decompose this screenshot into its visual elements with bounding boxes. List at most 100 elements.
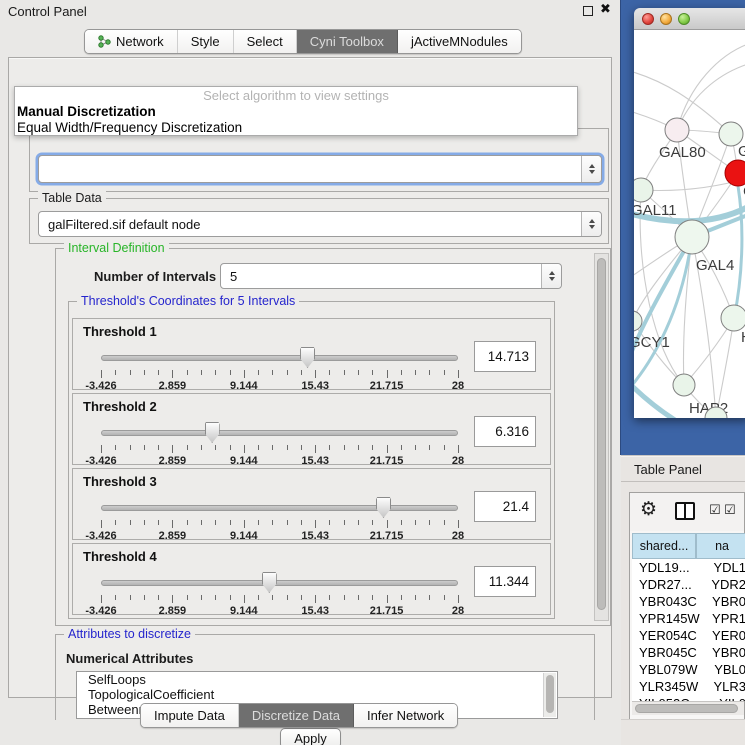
slider-tick-labels: -3.4262.8599.14415.4321.71528 — [101, 455, 458, 467]
number-of-intervals-value: 5 — [221, 269, 541, 284]
network-edge-highlighted — [734, 186, 742, 318]
network-node-label: GAL80 — [659, 144, 706, 161]
numerical-attributes-label: Numerical Attributes — [66, 651, 193, 666]
table-row[interactable]: YDR27...YDR2 — [632, 576, 745, 593]
slider-track[interactable] — [101, 430, 458, 436]
mac-close-icon[interactable] — [642, 13, 654, 25]
slider-track[interactable] — [101, 355, 458, 361]
table-data-combobox[interactable]: galFiltered.sif default node — [38, 211, 602, 237]
threshold-slider[interactable]: -3.4262.8599.14415.4321.71528 — [101, 497, 458, 537]
mac-zoom-icon[interactable] — [678, 13, 690, 25]
threshold-slider[interactable]: -3.4262.8599.14415.4321.71528 — [101, 572, 458, 612]
network-edge — [677, 64, 745, 130]
float-window-icon[interactable] — [583, 6, 593, 16]
dropdown-option[interactable]: Manual Discretization — [15, 104, 577, 120]
network-edge-highlighted — [634, 382, 678, 418]
table-row[interactable]: YDL19...YDL1 — [632, 559, 745, 576]
tab-cyni-toolbox[interactable]: Cyni Toolbox — [297, 30, 398, 53]
control-panel-tabbar: NetworkStyleSelectCyni ToolboxjActiveMNo… — [84, 29, 522, 54]
checkbox-icon[interactable]: ☑ — [724, 503, 736, 518]
slider-handle[interactable] — [376, 497, 391, 518]
node-table: ⚙ ☑ ☑ shared... na YDL19...YDL1YDR27...Y… — [629, 492, 745, 720]
network-canvas[interactable]: GAL80GACGAL11GAL4GCY1HHAP2 — [634, 30, 745, 418]
control-panel-titlebar: Control Panel ✖ — [0, 0, 620, 22]
thresholds-group-title: Threshold's Coordinates for 5 Intervals — [77, 294, 299, 308]
threshold-slider[interactable]: -3.4262.8599.14415.4321.71528 — [101, 347, 458, 387]
dropdown-option[interactable]: Equal Width/Frequency Discretization — [15, 120, 577, 136]
column-header-name[interactable]: na — [696, 533, 745, 559]
threshold-label: Threshold 3 — [83, 474, 157, 489]
table-data-value: galFiltered.sif default node — [39, 217, 581, 232]
control-panel-title: Control Panel — [8, 4, 87, 19]
threshold-value-field[interactable]: 11.344 — [474, 566, 536, 597]
tab-discretize-data[interactable]: Discretize Data — [239, 704, 354, 727]
threshold-slider[interactable]: -3.4262.8599.14415.4321.71528 — [101, 422, 458, 462]
table-data-title: Table Data — [38, 191, 106, 205]
network-node-gal80[interactable] — [665, 118, 689, 142]
slider-tick-labels: -3.4262.8599.14415.4321.71528 — [101, 380, 458, 392]
gear-icon[interactable]: ⚙ — [640, 498, 657, 520]
checkbox-icon[interactable]: ☑ — [709, 503, 721, 518]
slider-handle[interactable] — [205, 422, 220, 443]
number-of-intervals-combobox[interactable]: 5 — [220, 263, 562, 289]
table-body: YDL19...YDL1YDR27...YDR2YBR043CYBR0YPR14… — [632, 559, 745, 701]
slider-ticks — [101, 520, 458, 529]
threshold-label: Threshold 2 — [83, 399, 157, 414]
column-header-shared-name[interactable]: shared... — [632, 533, 696, 559]
threshold-label: Threshold 1 — [83, 324, 157, 339]
network-node-label: GCY1 — [634, 334, 670, 351]
slider-track[interactable] — [101, 580, 458, 586]
threshold-panel: Threshold 2 -3.4262.8599.14415.4321.71528… — [72, 393, 551, 465]
network-node-label: H — [741, 329, 745, 346]
threshold-value-field[interactable]: 6.316 — [474, 416, 536, 447]
attribute-list-item[interactable]: TopologicalCoefficient — [77, 687, 557, 702]
attribute-list-item[interactable]: SelfLoops — [77, 672, 557, 687]
slider-ticks — [101, 595, 458, 604]
apply-button[interactable]: Apply — [280, 728, 341, 745]
network-node-h[interactable] — [721, 305, 745, 331]
network-node-gal11[interactable] — [634, 178, 653, 202]
table-horizontal-scrollbar[interactable] — [632, 701, 744, 715]
table-panel: ⚙ ☑ ☑ shared... na YDL19...YDL1YDR27...Y… — [621, 482, 745, 745]
network-node-hap2[interactable] — [673, 374, 695, 396]
columns-icon[interactable] — [675, 502, 695, 520]
table-row[interactable]: YPR145WYPR1 — [632, 610, 745, 627]
combo-stepper-icon — [581, 212, 601, 236]
table-row[interactable]: YER054CYER0 — [632, 627, 745, 644]
tab-impute-data[interactable]: Impute Data — [141, 704, 239, 727]
table-row[interactable]: YLR345WYLR3 — [632, 678, 745, 695]
slider-handle[interactable] — [262, 572, 277, 593]
network-node-label: GAL11 — [634, 202, 677, 219]
tab-infer-network[interactable]: Infer Network — [354, 704, 457, 727]
interval-scrollbar[interactable] — [594, 253, 609, 621]
table-row[interactable]: YBR043CYBR0 — [632, 593, 745, 610]
table-row[interactable]: YBR045CYBR0 — [632, 644, 745, 661]
thresholds-group: Threshold's Coordinates for 5 Intervals … — [68, 301, 555, 619]
mac-minimize-icon[interactable] — [660, 13, 672, 25]
network-node-label: GAL4 — [696, 257, 734, 274]
close-icon[interactable]: ✖ — [600, 2, 611, 17]
slider-tick-labels: -3.4262.8599.14415.4321.71528 — [101, 530, 458, 542]
table-toolbar: ⚙ ☑ ☑ — [630, 493, 744, 531]
table-header-row: shared... na — [632, 533, 745, 559]
slider-track[interactable] — [101, 505, 458, 511]
interval-definition-group: Interval Definition Number of Intervals … — [55, 248, 611, 626]
algorithm-combobox[interactable] — [38, 155, 602, 183]
discretization-algorithm-group: Discretization Algorithm — [29, 128, 609, 192]
tab-network[interactable]: Network — [85, 30, 178, 53]
network-node-gal4[interactable] — [675, 220, 709, 254]
tab-select[interactable]: Select — [234, 30, 297, 53]
slider-handle[interactable] — [300, 347, 315, 368]
number-of-intervals-label: Number of Intervals — [94, 269, 216, 284]
network-window-titlebar[interactable] — [634, 8, 745, 30]
threshold-value-field[interactable]: 14.713 — [474, 341, 536, 372]
list-scrollbar[interactable] — [543, 673, 556, 717]
threshold-value-field[interactable]: 21.4 — [474, 491, 536, 522]
table-row[interactable]: YBL079WYBL0 — [632, 661, 745, 678]
tab-jactivemnodules[interactable]: jActiveMNodules — [398, 30, 521, 53]
threshold-panel: Threshold 4-3.4262.8599.14415.4321.71528… — [72, 543, 551, 615]
tab-style[interactable]: Style — [178, 30, 234, 53]
threshold-panel: Threshold 3 -3.4262.8599.14415.4321.71528… — [72, 468, 551, 540]
slider-tick-labels: -3.4262.8599.14415.4321.71528 — [101, 605, 458, 617]
network-node-c[interactable] — [725, 160, 745, 186]
